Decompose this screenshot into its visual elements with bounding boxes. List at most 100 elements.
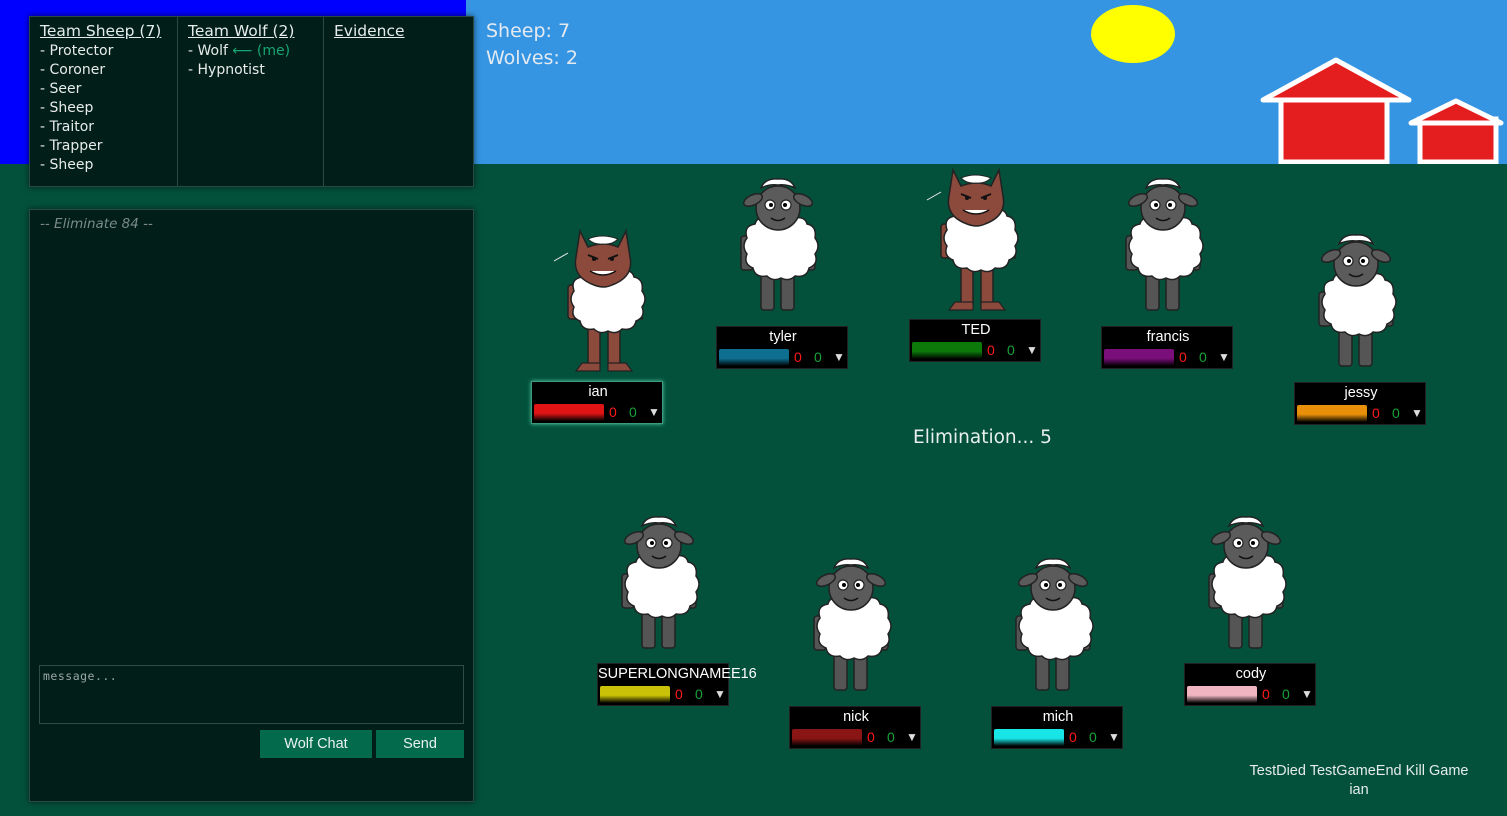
player-name: francis [1146, 329, 1190, 345]
team-sheep-title: Team Sheep (7) [40, 22, 162, 40]
teams-panel: Team Sheep (7) - Protector - Coroner - See… [29, 16, 474, 187]
player-nameplate[interactable]: SUPERLONGNAMEE16 0 0 ▼ [597, 663, 757, 706]
player-name: TED [961, 322, 991, 338]
team-wolf-role: - Wolf ⟵ (me) [188, 42, 313, 61]
player-color-swatch [1104, 349, 1174, 366]
player-nameplate[interactable]: TED 0 0 ▼ [909, 319, 1041, 362]
player-color-swatch [1187, 686, 1257, 703]
message-input[interactable] [39, 665, 464, 724]
team-sheep-role: - Coroner [40, 62, 106, 78]
vote-count-red: 0 [675, 686, 683, 702]
player-nameplate[interactable]: jessy 0 0 ▼ [1294, 382, 1426, 425]
evidence-title: Evidence [334, 22, 405, 40]
debug-links: TestDied TestGameEnd Kill Game ian [1236, 762, 1482, 800]
vote-count-red: 0 [867, 729, 875, 745]
vote-count-red: 0 [1372, 405, 1380, 421]
player-color-swatch [600, 686, 670, 703]
dropdown-arrow-icon[interactable]: ▼ [1301, 687, 1313, 701]
player-color-swatch [792, 729, 862, 746]
current-user: ian [1349, 782, 1369, 798]
team-sheep-role: - Trapper [40, 138, 103, 154]
vote-count-red: 0 [1179, 349, 1187, 365]
evidence-column: Evidence [324, 17, 473, 186]
kill-game-link[interactable]: Kill Game [1406, 763, 1469, 779]
player-name: nick [843, 709, 869, 725]
team-wolf-role-label: - Hypnotist [188, 62, 265, 78]
player-color-swatch [534, 404, 604, 421]
dropdown-arrow-icon[interactable]: ▼ [833, 350, 845, 364]
send-button[interactable]: Send [376, 730, 464, 758]
vote-count-green: 0 [1089, 729, 1097, 745]
dropdown-arrow-icon[interactable]: ▼ [1411, 406, 1423, 420]
player-name: mich [1042, 709, 1074, 725]
wolves-count: Wolves: 2 [486, 47, 578, 69]
vote-count-red: 0 [794, 349, 802, 365]
vote-count-red: 0 [609, 404, 617, 420]
sheep-avatar[interactable] [806, 556, 896, 696]
test-game-end-link[interactable]: TestGameEnd [1310, 763, 1402, 779]
sheep-count: Sheep: 7 [486, 20, 571, 42]
wolf-avatar[interactable] [552, 225, 652, 375]
dropdown-arrow-icon[interactable]: ▼ [906, 730, 918, 744]
vote-count-green: 0 [1282, 686, 1290, 702]
dropdown-arrow-icon[interactable]: ▼ [1026, 343, 1038, 357]
sheep-avatar[interactable] [1201, 514, 1291, 654]
me-indicator: ⟵ (me) [227, 43, 291, 59]
team-wolf-role-label: - Wolf [188, 43, 228, 59]
sheep-avatar[interactable] [1008, 556, 1098, 696]
dropdown-arrow-icon[interactable]: ▼ [1108, 730, 1120, 744]
player-color-swatch [912, 342, 982, 359]
player-nameplate[interactable]: francis 0 0 ▼ [1101, 326, 1233, 369]
dropdown-arrow-icon[interactable]: ▼ [714, 687, 726, 701]
sun [1091, 5, 1175, 63]
wolf-chat-button[interactable]: Wolf Chat [260, 730, 372, 758]
team-sheep-roles: - Protector - Coroner - Seer - Sheep - Trait… [40, 42, 167, 175]
team-wolf-role: - Hypnotist [188, 61, 313, 80]
player-name: tyler [769, 329, 797, 345]
team-sheep-column: Team Sheep (7) - Protector - Coroner - See… [30, 17, 178, 186]
sheep-avatar[interactable] [1118, 176, 1208, 316]
dropdown-arrow-icon[interactable]: ▼ [1218, 350, 1230, 364]
vote-count-red: 0 [987, 342, 995, 358]
player-name: cody [1235, 666, 1267, 682]
vote-count-green: 0 [887, 729, 895, 745]
team-sheep-role: - Sheep [40, 157, 94, 173]
test-died-link[interactable]: TestDied [1250, 763, 1306, 779]
team-sheep-role: - Seer [40, 81, 82, 97]
sheep-avatar[interactable] [614, 514, 704, 654]
vote-count-green: 0 [1199, 349, 1207, 365]
player-nameplate[interactable]: tyler 0 0 ▼ [716, 326, 848, 369]
player-nameplate[interactable]: nick 0 0 ▼ [789, 706, 921, 749]
sheep-avatar[interactable] [733, 176, 823, 316]
team-wolf-roles: - Wolf ⟵ (me) - Hypnotist [188, 42, 313, 80]
barn-large [1260, 57, 1412, 164]
player-nameplate[interactable]: cody 0 0 ▼ [1184, 663, 1316, 706]
team-wolf-column: Team Wolf (2) - Wolf ⟵ (me) - Hypnotist [178, 17, 324, 186]
player-nameplate[interactable]: mich 0 0 ▼ [991, 706, 1123, 749]
chat-panel: -- Eliminate 84 -- Wolf Chat Send [29, 209, 474, 802]
player-name: jessy [1344, 385, 1378, 401]
vote-count-green: 0 [1392, 405, 1400, 421]
dropdown-arrow-icon[interactable]: ▼ [648, 405, 660, 419]
player-color-swatch [994, 729, 1064, 746]
wolf-avatar[interactable] [925, 164, 1025, 314]
player-name: ian [588, 384, 608, 400]
team-wolf-title: Team Wolf (2) [188, 22, 295, 40]
team-sheep-role: - Sheep [40, 100, 94, 116]
vote-count-green: 0 [629, 404, 637, 420]
team-sheep-role: - Protector [40, 43, 114, 59]
phase-status: Elimination... 5 [913, 427, 1052, 448]
player-color-swatch [1297, 405, 1367, 422]
vote-count-red: 0 [1069, 729, 1077, 745]
player-color-swatch [719, 349, 789, 366]
player-name: SUPERLONGNAMEE16 [598, 666, 757, 682]
vote-count-green: 0 [814, 349, 822, 365]
vote-count-green: 0 [695, 686, 703, 702]
vote-count-green: 0 [1007, 342, 1015, 358]
chat-log-message: -- Eliminate 84 -- [40, 216, 153, 232]
barn-small [1408, 98, 1504, 164]
team-sheep-role: - Traitor [40, 119, 95, 135]
sheep-avatar[interactable] [1311, 232, 1401, 372]
player-nameplate[interactable]: ian 0 0 ▼ [531, 381, 663, 424]
vote-count-red: 0 [1262, 686, 1270, 702]
